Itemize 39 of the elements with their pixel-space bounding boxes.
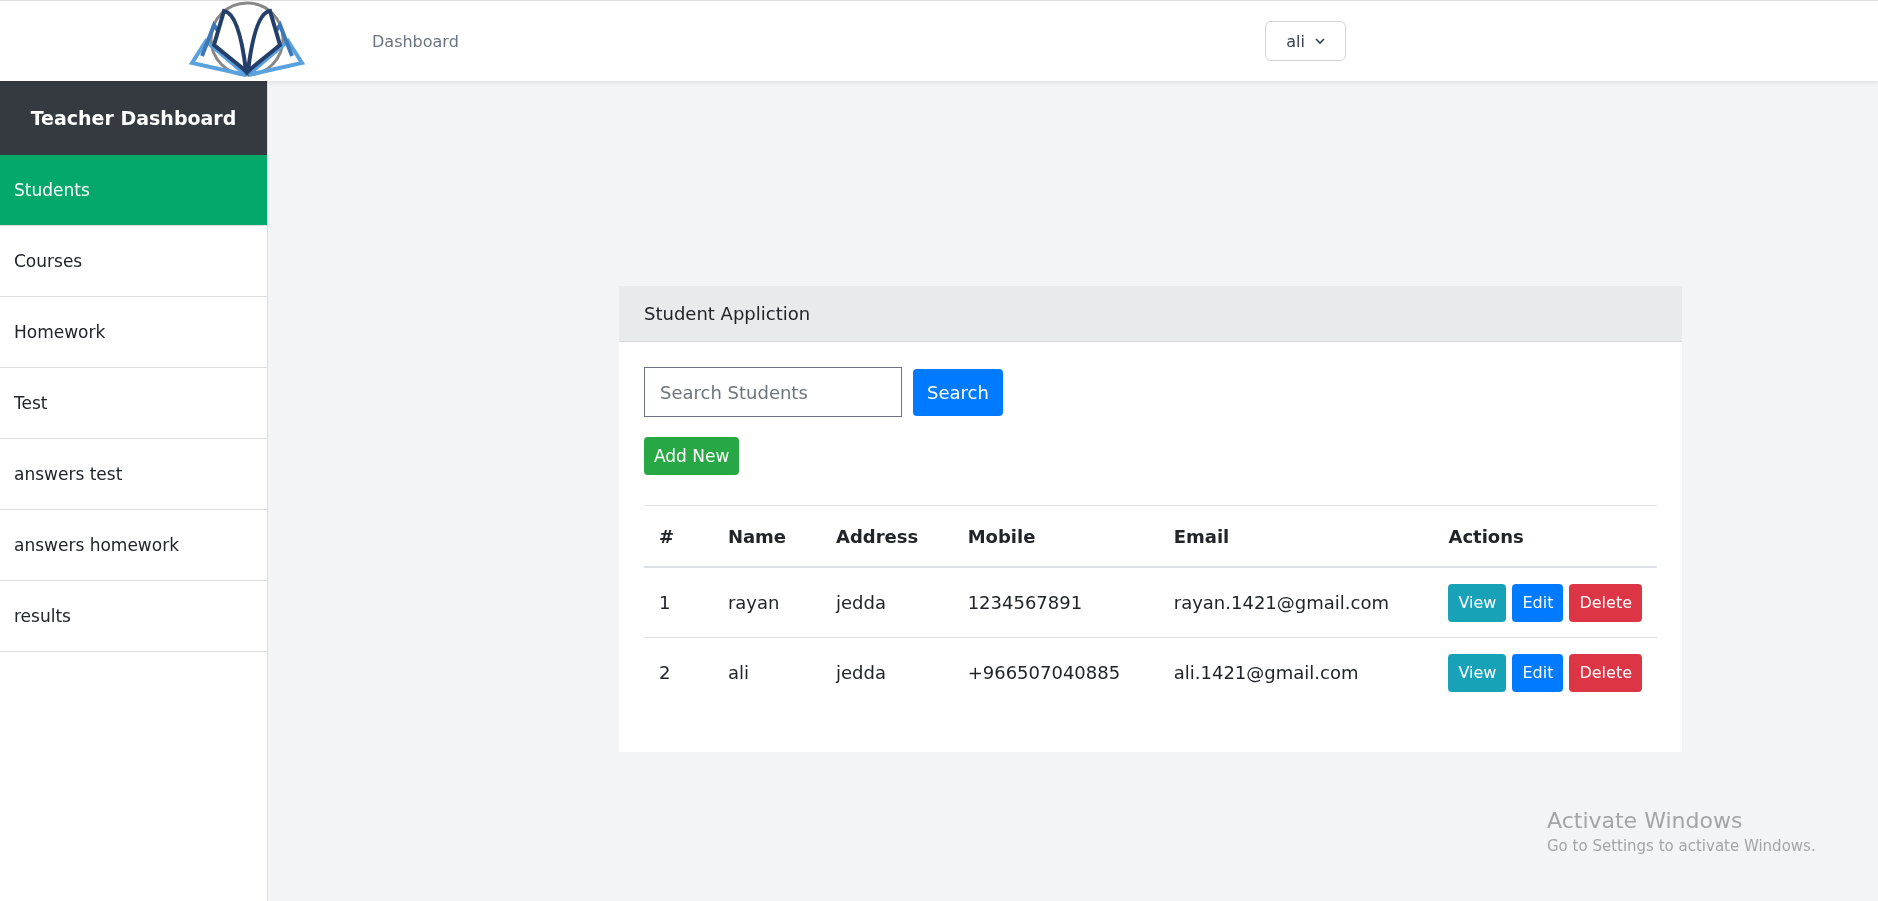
sidebar-item[interactable]: Courses — [0, 226, 267, 297]
search-button[interactable]: Search — [913, 368, 1003, 416]
table-cell: rayan — [712, 567, 821, 638]
column-header: Email — [1158, 505, 1434, 567]
table-cell: ali — [712, 637, 821, 707]
chevron-down-icon — [1315, 37, 1325, 45]
column-header: Mobile — [952, 505, 1159, 567]
column-header: Address — [821, 505, 953, 567]
column-header: Actions — [1433, 505, 1657, 567]
edit-button[interactable]: Edit — [1512, 583, 1564, 622]
search-field[interactable]: Search Students — [644, 367, 902, 417]
dashboard-link[interactable]: Dashboard — [372, 31, 459, 51]
view-button[interactable]: View — [1448, 653, 1507, 692]
table-cell: 1234567891 — [952, 567, 1159, 638]
sidebar-item[interactable]: Homework — [0, 297, 267, 368]
add-new-button[interactable]: Add New — [644, 437, 740, 475]
column-header: Name — [712, 505, 821, 567]
table-cell: ali.1421@gmail.com — [1158, 637, 1434, 707]
sidebar-item[interactable]: answers test — [0, 439, 267, 510]
delete-button[interactable]: Delete — [1569, 583, 1642, 622]
table-cell: jedda — [821, 637, 953, 707]
column-header: # — [644, 505, 713, 567]
sidebar-title: Teacher Dashboard — [0, 81, 267, 155]
user-menu-button[interactable]: ali — [1265, 21, 1346, 61]
table-cell: 2 — [644, 637, 713, 707]
table-cell: jedda — [821, 567, 953, 638]
activation-hint: Go to Settings to activate Windows. — [1547, 837, 1816, 855]
sidebar-item[interactable]: results — [0, 581, 267, 652]
table-cell: +966507040885 — [952, 637, 1159, 707]
table-cell: rayan.1421@gmail.com — [1158, 567, 1434, 638]
sidebar-item[interactable]: Test — [0, 368, 267, 439]
edit-button[interactable]: Edit — [1512, 653, 1564, 692]
sidebar-item[interactable]: Students — [0, 155, 267, 226]
table-cell: 1 — [644, 567, 713, 638]
activation-title: Activate Windows — [1547, 808, 1744, 833]
card-header: Student Appliction — [619, 286, 1682, 342]
sidebar-item[interactable]: answers homework — [0, 510, 267, 581]
view-button[interactable]: View — [1448, 583, 1507, 622]
delete-button[interactable]: Delete — [1569, 653, 1642, 692]
